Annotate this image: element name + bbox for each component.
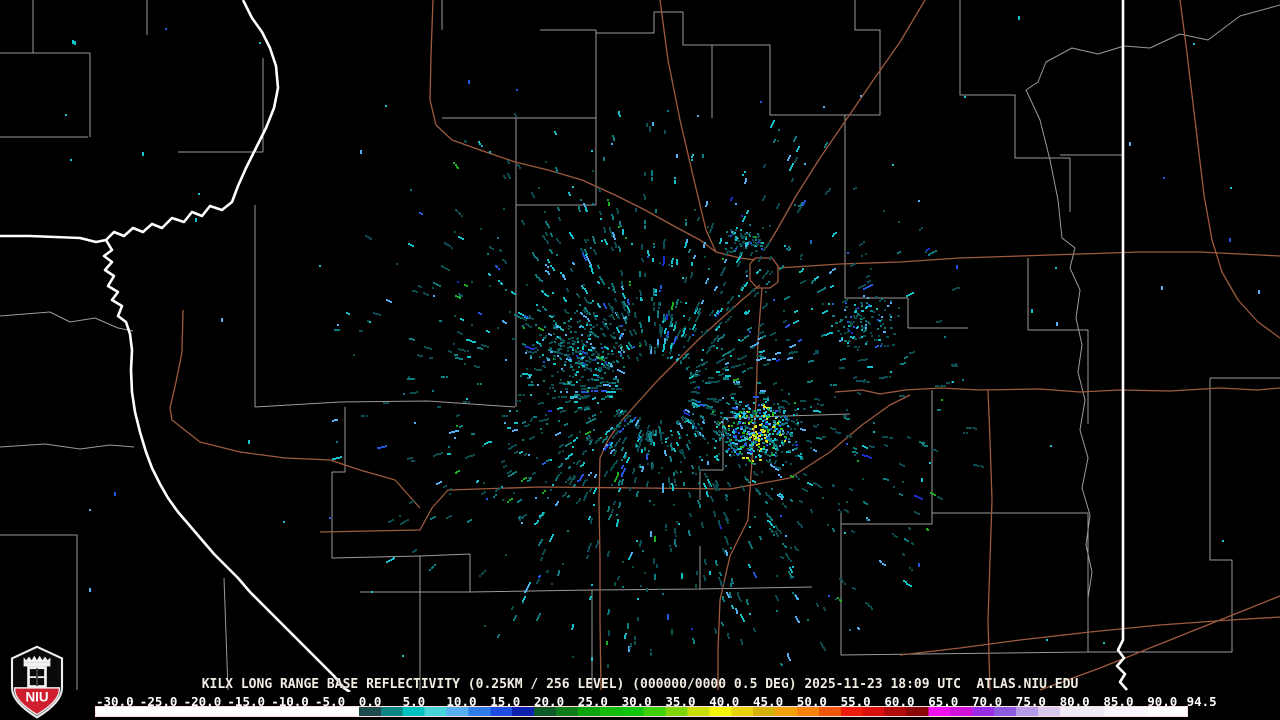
reflectivity-colorbar [95, 706, 1188, 717]
radar-product-title: KILX LONG RANGE BASE REFLECTIVITY (0.25K… [201, 677, 1079, 692]
radar-echoes [65, 16, 1260, 668]
highway-lines [169, 0, 1280, 691]
niu-logo: NIU [10, 645, 64, 719]
niu-logo-text: NIU [25, 689, 48, 704]
reflectivity-scale: -30.0 -25.0 -20.0 -15.0 -10.0 -5.0 0.0 5.0 10.0 1… [0, 692, 1280, 720]
niu-castle-icon [23, 655, 51, 688]
scale-label: 94.5 [1186, 694, 1217, 709]
radar-viewer-screen: KILX LONG RANGE BASE REFLECTIVITY (0.25K… [0, 0, 1280, 720]
radar-map [0, 0, 1280, 694]
